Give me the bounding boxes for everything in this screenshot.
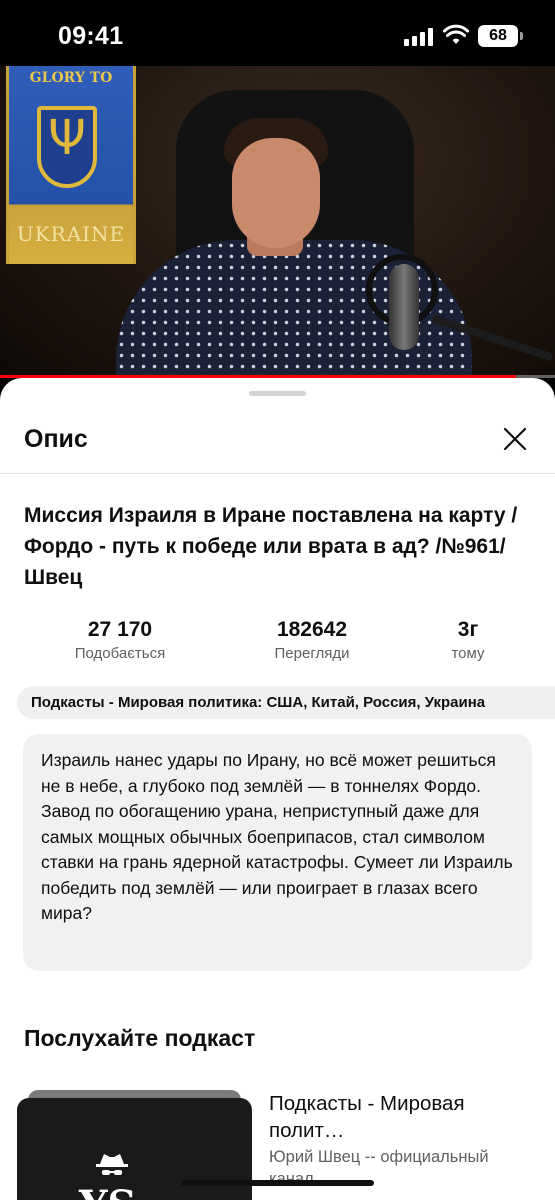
sheet-title: Опис — [24, 425, 88, 453]
battery-tip — [520, 32, 523, 40]
views-count: 182642 — [276, 618, 348, 641]
ukraine-flag-image: GLORY TO Ψ UKRAINE — [6, 66, 136, 264]
video-player[interactable]: GLORY TO Ψ UKRAINE — [0, 66, 555, 378]
wifi-icon — [443, 24, 469, 44]
divider — [0, 473, 555, 474]
close-icon[interactable] — [500, 424, 530, 454]
flag-top-text: GLORY TO — [29, 70, 113, 86]
signal-icon — [404, 28, 434, 46]
person-head — [232, 138, 320, 248]
podcast-name[interactable]: Подкасты - Мировая полит… — [269, 1090, 529, 1144]
battery-level: 68 — [489, 27, 507, 44]
age-label: тому — [451, 645, 485, 662]
views-label: Перегляди — [274, 645, 350, 662]
podcast-section-title: Послухайте подкаст — [24, 1025, 256, 1051]
trident-icon: Ψ — [48, 110, 86, 166]
likes-label: Подобається — [74, 645, 166, 662]
age-value: 3г — [457, 618, 479, 641]
status-bar: 09:41 68 — [0, 0, 555, 66]
home-indicator[interactable] — [181, 1180, 374, 1186]
status-time: 09:41 — [58, 22, 124, 50]
description-text: Израиль нанес удары по Ирану, но всё мож… — [23, 734, 532, 971]
battery-icon: 68 — [478, 25, 518, 47]
age-stat: 3г тому — [418, 616, 518, 664]
microphone-icon — [389, 264, 419, 350]
flag-bottom-text: UKRAINE — [16, 222, 126, 246]
video-stats: 27 170 Подобається 182642 Перегляди 3г т… — [0, 616, 555, 672]
drag-handle[interactable] — [249, 391, 306, 396]
video-title: Миссия Израиля в Иране поставлена на кар… — [24, 504, 518, 589]
podcast-thumb-text: YS — [79, 1182, 136, 1200]
views-stat: 182642 Перегляди — [237, 616, 387, 664]
description-sheet: Опис Миссия Израиля в Иране поставлена н… — [0, 378, 555, 1200]
spy-icon — [96, 1154, 128, 1175]
likes-count: 27 170 — [87, 618, 153, 641]
likes-stat: 27 170 Подобається — [45, 616, 195, 664]
playlist-chip[interactable]: Подкасты - Мировая политика: США, Китай,… — [17, 686, 555, 719]
